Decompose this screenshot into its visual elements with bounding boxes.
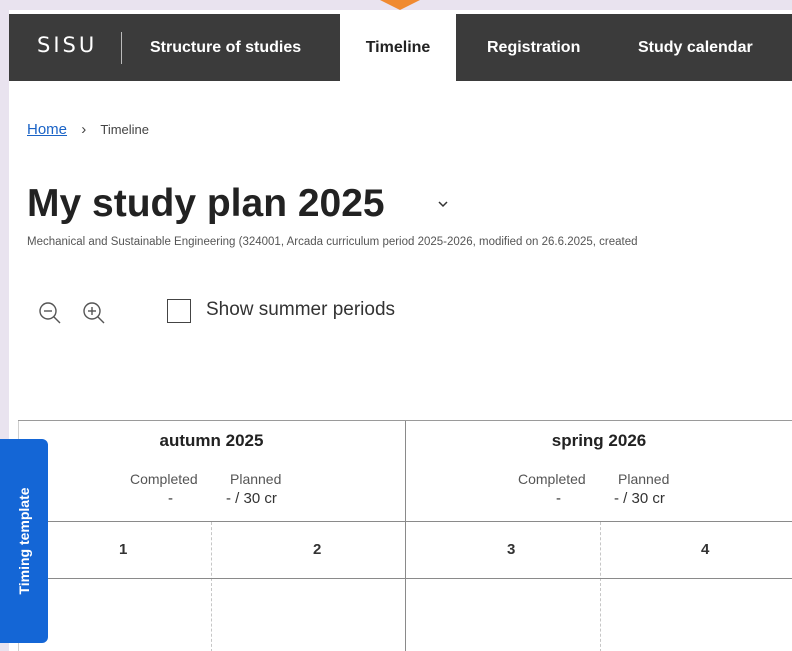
zoom-out-icon[interactable] bbox=[37, 300, 63, 326]
period-3: 3 bbox=[507, 541, 516, 558]
planned-label: Planned bbox=[618, 471, 670, 487]
nav-timeline[interactable]: Timeline bbox=[340, 14, 456, 81]
season-divider bbox=[405, 421, 406, 651]
nav-structure-of-studies[interactable]: Structure of studies bbox=[150, 14, 301, 81]
page-title: My study plan 2025 bbox=[27, 182, 385, 225]
period-1: 1 bbox=[119, 541, 128, 558]
period-row-divider bbox=[18, 578, 792, 579]
header-divider bbox=[18, 521, 792, 522]
period-divider bbox=[211, 522, 212, 651]
season-spring-2026: spring 2026 bbox=[551, 431, 647, 450]
completed-label: Completed bbox=[518, 471, 586, 487]
breadcrumb-current: Timeline bbox=[100, 122, 150, 137]
planned-value: - / 30 cr bbox=[614, 490, 665, 507]
timing-template-tab[interactable]: Timing template bbox=[0, 439, 48, 643]
plan-subtitle: Mechanical and Sustainable Engineering (… bbox=[27, 236, 638, 248]
planned-label: Planned bbox=[230, 471, 282, 487]
nav-registration[interactable]: Registration bbox=[487, 14, 580, 81]
period-4: 4 bbox=[701, 541, 710, 558]
breadcrumb-home-link[interactable]: Home bbox=[27, 121, 67, 138]
zoom-in-icon[interactable] bbox=[81, 300, 107, 326]
logo-divider bbox=[121, 32, 122, 64]
completed-label: Completed bbox=[130, 471, 198, 487]
nav-study-calendar[interactable]: Study calendar bbox=[638, 14, 753, 81]
chevron-right-icon: › bbox=[81, 121, 87, 138]
planned-value: - / 30 cr bbox=[226, 490, 277, 507]
tour-pointer bbox=[380, 0, 420, 10]
breadcrumb: Home › Timeline bbox=[27, 121, 149, 138]
sisu-logo[interactable]: SISU bbox=[37, 33, 97, 57]
timing-template-label: Timing template bbox=[16, 487, 32, 595]
completed-value: - bbox=[168, 490, 173, 507]
summer-periods-checkbox[interactable] bbox=[167, 299, 191, 323]
period-divider bbox=[600, 522, 601, 651]
timeline-grid: autumn 2025 Completed - Planned - / 30 c… bbox=[18, 420, 792, 651]
season-autumn-2025: autumn 2025 bbox=[159, 431, 264, 450]
top-navigation: SISU Structure of studies Timeline Regis… bbox=[9, 14, 792, 81]
app-frame: SISU Structure of studies Timeline Regis… bbox=[9, 10, 792, 651]
period-2: 2 bbox=[313, 541, 322, 558]
completed-value: - bbox=[556, 490, 561, 507]
chevron-down-icon[interactable] bbox=[437, 198, 449, 210]
summer-periods-label[interactable]: Show summer periods bbox=[206, 299, 395, 321]
